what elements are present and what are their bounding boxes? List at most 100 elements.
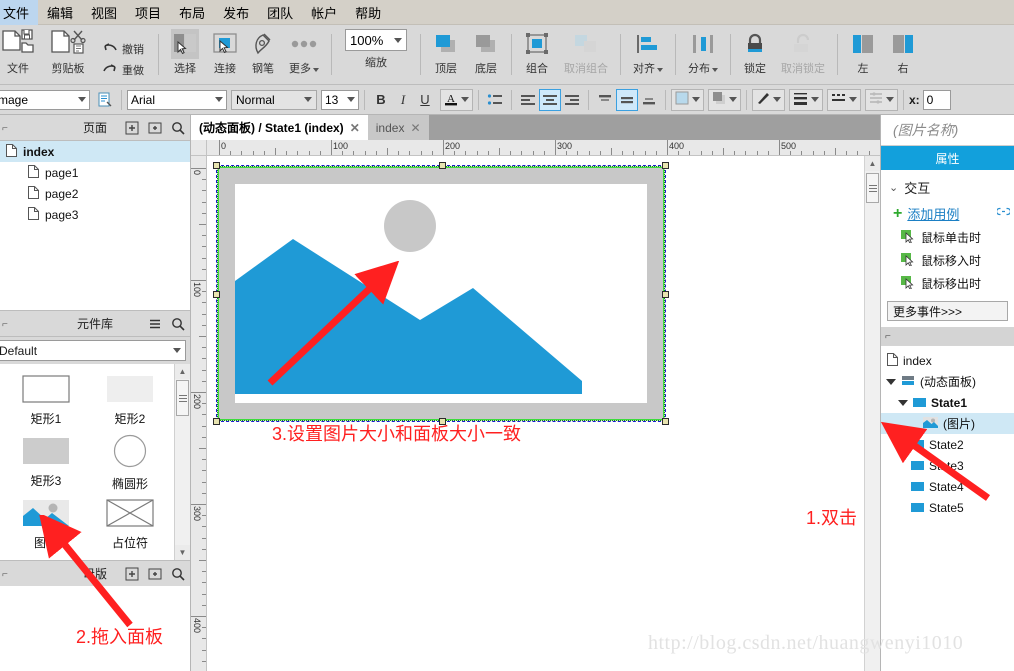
valign-middle-button[interactable] [616, 88, 638, 111]
hamburger-menu-icon[interactable] [146, 316, 163, 333]
align-right-button[interactable] [561, 89, 583, 111]
design-canvas[interactable]: 3.设置图片大小和面板大小一致 ▲ [207, 156, 880, 671]
font-family-select[interactable]: Arial [127, 89, 227, 110]
widget-grid-scrollbar[interactable]: ▲ ▼ [174, 364, 190, 560]
line-color-button[interactable] [752, 88, 785, 111]
expander-open-icon[interactable] [886, 378, 896, 385]
underline-button[interactable]: U [414, 89, 436, 111]
add-page-icon[interactable] [123, 120, 140, 137]
toolbar-right-panel[interactable]: 右 [883, 25, 923, 84]
menu-item-edit[interactable]: 编辑 [38, 0, 82, 25]
tab-dynamic-panel-state1[interactable]: (动态面板) / State1 (index) ✕ [191, 115, 368, 140]
outline-item-state1[interactable]: State1 [881, 392, 1014, 413]
page-item-index[interactable]: index [0, 141, 190, 162]
menu-item-project[interactable]: 项目 [126, 0, 170, 25]
redo-button[interactable]: 重做 [100, 60, 147, 80]
valign-top-button[interactable] [594, 89, 616, 111]
outline-item-state3[interactable]: State3 [881, 455, 1014, 476]
expander-open-icon[interactable] [898, 399, 908, 406]
valign-bottom-button[interactable] [638, 89, 660, 111]
resize-handle-nw[interactable] [213, 162, 220, 169]
fill-color-button[interactable] [671, 88, 704, 111]
toolbar-file-group[interactable]: 文件 [0, 25, 42, 84]
widget-rect3[interactable]: 矩形3 [4, 432, 88, 494]
add-folder-icon[interactable] [146, 120, 163, 137]
widget-rect2[interactable]: 矩形2 [88, 370, 172, 432]
image-widget[interactable] [235, 184, 647, 403]
scroll-up-icon[interactable]: ▲ [865, 156, 880, 171]
dynamic-panel[interactable] [213, 162, 669, 425]
toolbar-clipboard-group[interactable]: 剪贴板 [42, 25, 94, 84]
event-mouse-enter[interactable]: 鼠标移入时 [881, 249, 1014, 272]
toolbar-group[interactable]: 组合 [517, 25, 557, 84]
italic-button[interactable]: I [392, 89, 414, 111]
tab-index[interactable]: index ✕ [367, 115, 429, 140]
toolbar-lock[interactable]: 锁定 [736, 25, 774, 84]
toolbar-more-tool[interactable]: 更多 [282, 25, 326, 84]
outline-item-dynamic-panel[interactable]: (动态面板) [881, 371, 1014, 392]
more-events-button[interactable]: 更多事件>>> [887, 301, 1008, 321]
spacing-button[interactable] [865, 88, 898, 111]
shadow-button[interactable] [708, 88, 741, 111]
font-color-button[interactable]: A [440, 88, 473, 111]
outline-item-state5[interactable]: State5 [881, 497, 1014, 518]
widget-rect1[interactable]: 矩形1 [4, 370, 88, 432]
panel-collapse-icon[interactable]: ⌐ [2, 115, 8, 141]
outline-item-image[interactable]: (图片) [881, 413, 1014, 434]
align-left-button[interactable] [517, 89, 539, 111]
library-select[interactable]: Default [0, 340, 186, 361]
resize-handle-n[interactable] [439, 162, 446, 169]
scroll-down-icon[interactable]: ▼ [175, 545, 190, 560]
properties-tab[interactable]: 属性 [881, 146, 1014, 170]
line-width-button[interactable] [789, 88, 823, 111]
resize-handle-w[interactable] [213, 291, 220, 298]
undo-button[interactable]: 撤销 [100, 39, 147, 59]
resize-handle-se[interactable] [662, 418, 669, 425]
search-icon[interactable] [169, 120, 186, 137]
menu-item-publish[interactable]: 发布 [214, 0, 258, 25]
menu-item-file[interactable]: 文件 [0, 0, 39, 25]
scrollbar-thumb[interactable] [176, 380, 189, 416]
outline-collapse-icon[interactable]: ⌐ [885, 331, 891, 342]
align-center-button[interactable] [539, 88, 561, 111]
interactions-section-header[interactable]: ⌄ 交互 [881, 170, 1014, 201]
menu-item-layout[interactable]: 布局 [170, 0, 214, 25]
toolbar-connect-tool[interactable]: 连接 [206, 25, 244, 84]
scrollbar-thumb[interactable] [866, 173, 879, 203]
page-item-page3[interactable]: page3 [0, 204, 190, 225]
line-style-button[interactable] [827, 88, 861, 111]
font-style-select[interactable]: Normal [231, 89, 317, 110]
page-item-page2[interactable]: page2 [0, 183, 190, 204]
x-coordinate-input[interactable]: 0 [922, 89, 951, 110]
resize-handle-ne[interactable] [662, 162, 669, 169]
resize-handle-e[interactable] [662, 291, 669, 298]
style-manager-button[interactable] [94, 89, 116, 111]
toolbar-left-panel[interactable]: 左 [843, 25, 883, 84]
toolbar-bring-front[interactable]: 顶层 [426, 25, 466, 84]
event-mouse-leave[interactable]: 鼠标移出时 [881, 272, 1014, 295]
menu-item-view[interactable]: 视图 [82, 0, 126, 25]
menu-item-account[interactable]: 帐户 [302, 0, 346, 25]
scroll-up-icon[interactable]: ▲ [175, 364, 190, 379]
page-item-page1[interactable]: page1 [0, 162, 190, 183]
toolbar-pen-tool[interactable]: 钢笔 [244, 25, 282, 84]
toolbar-send-back[interactable]: 底层 [466, 25, 506, 84]
widget-ellipse[interactable]: 椭圆形 [88, 432, 172, 494]
menu-item-help[interactable]: 帮助 [346, 0, 390, 25]
search-icon[interactable] [169, 566, 186, 583]
bold-button[interactable]: B [370, 89, 392, 111]
search-icon[interactable] [169, 316, 186, 333]
event-mouse-click[interactable]: 鼠标单击时 [881, 226, 1014, 249]
menu-item-team[interactable]: 团队 [258, 0, 302, 25]
toolbar-align[interactable]: 对齐 [626, 25, 670, 84]
toolbar-select-tool[interactable]: 选择 [164, 25, 206, 84]
widget-name-input[interactable]: (图片名称) [881, 115, 1014, 146]
zoom-select[interactable]: 100% [345, 29, 407, 51]
bullet-list-button[interactable] [484, 89, 506, 111]
resize-handle-sw[interactable] [213, 418, 220, 425]
widget-image[interactable]: 图片 [4, 494, 88, 556]
add-case-row[interactable]: + 添加用例 [881, 201, 1014, 226]
link-icon[interactable] [995, 207, 1012, 219]
panel-collapse-icon[interactable]: ⌐ [2, 311, 8, 337]
close-icon[interactable]: ✕ [410, 121, 420, 135]
